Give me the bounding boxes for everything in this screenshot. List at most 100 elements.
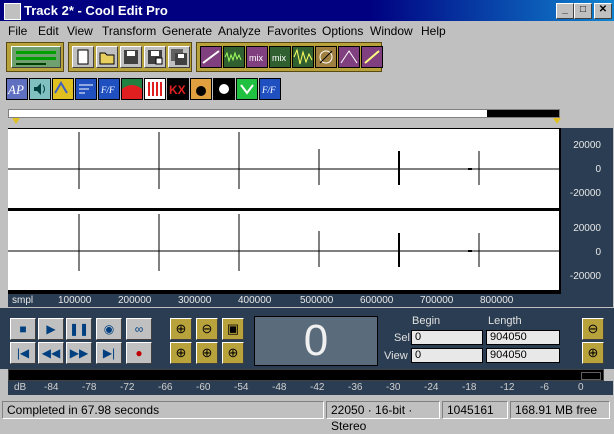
overview-bar[interactable] [8, 109, 560, 118]
end-marker[interactable] [553, 118, 561, 124]
level-tick: -12 [500, 382, 515, 393]
new-file-icon[interactable] [72, 46, 94, 68]
ruler-tick: 400000 [238, 295, 272, 306]
scale-label: 20000 [573, 140, 601, 151]
multitrack-view-icon[interactable] [11, 46, 61, 68]
view-length-field[interactable]: 904050 [486, 348, 560, 363]
menu-file[interactable]: File [8, 24, 27, 38]
svg-text:F/F: F/F [100, 85, 115, 95]
overview-viewport[interactable] [487, 110, 559, 117]
menu-view[interactable]: View [67, 24, 93, 38]
zoom-in-vertical-button[interactable]: ⊕ [582, 342, 604, 364]
level-tick: dB [14, 382, 27, 393]
record-button[interactable]: ● [126, 342, 152, 364]
menu-options[interactable]: Options [322, 24, 363, 38]
pitch-icon[interactable] [190, 78, 212, 100]
level-tick: -6 [540, 382, 549, 393]
rewind-button[interactable]: ◀◀ [38, 342, 64, 364]
waveform-display[interactable] [8, 128, 561, 294]
menu-transform[interactable]: Transform [102, 24, 156, 38]
scale-label: 0 [595, 164, 601, 175]
zoom-in-left-button[interactable]: ⊕ [170, 342, 192, 364]
level-tick: -48 [272, 382, 287, 393]
svg-text:AP: AP [7, 82, 24, 97]
ff-icon[interactable]: F/F [259, 78, 281, 100]
zoom-selection-button[interactable]: ⊕ [222, 342, 244, 364]
zoom-in-right-button[interactable]: ⊕ [196, 342, 218, 364]
fast-forward-button[interactable]: ▶▶ [66, 342, 92, 364]
menu-bar: File Edit View Transform Generate Analyz… [0, 21, 614, 41]
clip-indicator[interactable] [581, 372, 601, 380]
maximize-button[interactable]: □ [574, 3, 592, 19]
toolbar-group-file [68, 42, 192, 72]
stretch-icon[interactable]: F/F [98, 78, 120, 100]
save-all-icon[interactable] [168, 46, 190, 68]
ruler-tick: 500000 [300, 295, 334, 306]
minimize-button[interactable]: _ [556, 3, 574, 19]
toolbar-group-view [6, 42, 64, 72]
envelope-icon[interactable] [338, 46, 360, 68]
level-tick: -78 [82, 382, 97, 393]
waveform-channel-right[interactable] [8, 211, 559, 290]
view-begin-field[interactable]: 0 [411, 348, 483, 363]
ap-icon[interactable]: AP [6, 78, 28, 100]
menu-edit[interactable]: Edit [38, 24, 59, 38]
menu-help[interactable]: Help [421, 24, 446, 38]
amplitude-scale-left: 20000 0 -20000 [561, 128, 613, 211]
svg-text:KX: KX [169, 83, 186, 97]
speaker-icon[interactable] [29, 78, 51, 100]
toolbar-group-effects: mix mix [196, 42, 383, 72]
zoom-in-button[interactable]: ⊕ [170, 318, 192, 340]
go-to-end-button[interactable]: ▶| [96, 342, 122, 364]
play-to-end-button[interactable]: ◉ [96, 318, 122, 340]
close-button[interactable]: ✕ [594, 3, 612, 19]
zoom-full-button[interactable]: ▣ [222, 318, 244, 340]
red-graph-icon[interactable] [121, 78, 143, 100]
save-icon[interactable] [120, 46, 142, 68]
mix-icon[interactable]: mix [246, 46, 268, 68]
filter-icon[interactable] [315, 46, 337, 68]
menu-favorites[interactable]: Favorites [267, 24, 316, 38]
sel-length-field[interactable]: 904050 [486, 330, 560, 345]
green-arrows-icon[interactable] [236, 78, 258, 100]
waveform-icon[interactable] [292, 46, 314, 68]
waveform-channel-left[interactable] [8, 129, 559, 208]
kx-icon[interactable]: KX [167, 78, 189, 100]
time-ruler[interactable]: smpl 100000 200000 300000 400000 500000 … [8, 294, 613, 307]
level-tick: -66 [158, 382, 173, 393]
echo-icon[interactable] [52, 78, 74, 100]
open-file-icon[interactable] [96, 46, 118, 68]
pause-button[interactable]: ❚❚ [66, 318, 92, 340]
zoom-out-button[interactable]: ⊖ [196, 318, 218, 340]
amplify-icon[interactable] [200, 46, 222, 68]
level-tick: -60 [196, 382, 211, 393]
zoom-out-vertical-button[interactable]: ⊖ [582, 318, 604, 340]
flanger-icon[interactable] [75, 78, 97, 100]
save-as-icon[interactable] [144, 46, 166, 68]
moon-icon[interactable] [213, 78, 235, 100]
svg-text:mix: mix [272, 53, 286, 63]
menu-generate[interactable]: Generate [162, 24, 212, 38]
ruler-tick: 300000 [178, 295, 212, 306]
toolbar-row-2: AP F/F KX F/F [6, 76, 296, 104]
begin-marker[interactable] [12, 118, 20, 124]
play-button[interactable]: ▶ [38, 318, 64, 340]
go-to-start-button[interactable]: |◀ [10, 342, 36, 364]
noise-icon[interactable] [223, 46, 245, 68]
effect-icon[interactable] [361, 46, 383, 68]
status-format: 22050 · 16-bit · Stereo [326, 401, 440, 433]
app-icon[interactable] [4, 3, 21, 20]
sel-label: Sel [394, 332, 410, 344]
mix-2-icon[interactable]: mix [269, 46, 291, 68]
sel-begin-field[interactable]: 0 [411, 330, 483, 345]
loop-button[interactable]: ∞ [126, 318, 152, 340]
menu-window[interactable]: Window [370, 24, 413, 38]
level-tick: -18 [462, 382, 477, 393]
status-message: Completed in 67.98 seconds [2, 401, 324, 419]
scale-label: 0 [595, 247, 601, 258]
menu-analyze[interactable]: Analyze [218, 24, 261, 38]
level-tick: -42 [310, 382, 325, 393]
transport-controls: ■ ▶ ❚❚ ◉ ∞ |◀ ◀◀ ▶▶ ▶| ● [10, 316, 160, 366]
stop-button[interactable]: ■ [10, 318, 36, 340]
stripes-icon[interactable] [144, 78, 166, 100]
